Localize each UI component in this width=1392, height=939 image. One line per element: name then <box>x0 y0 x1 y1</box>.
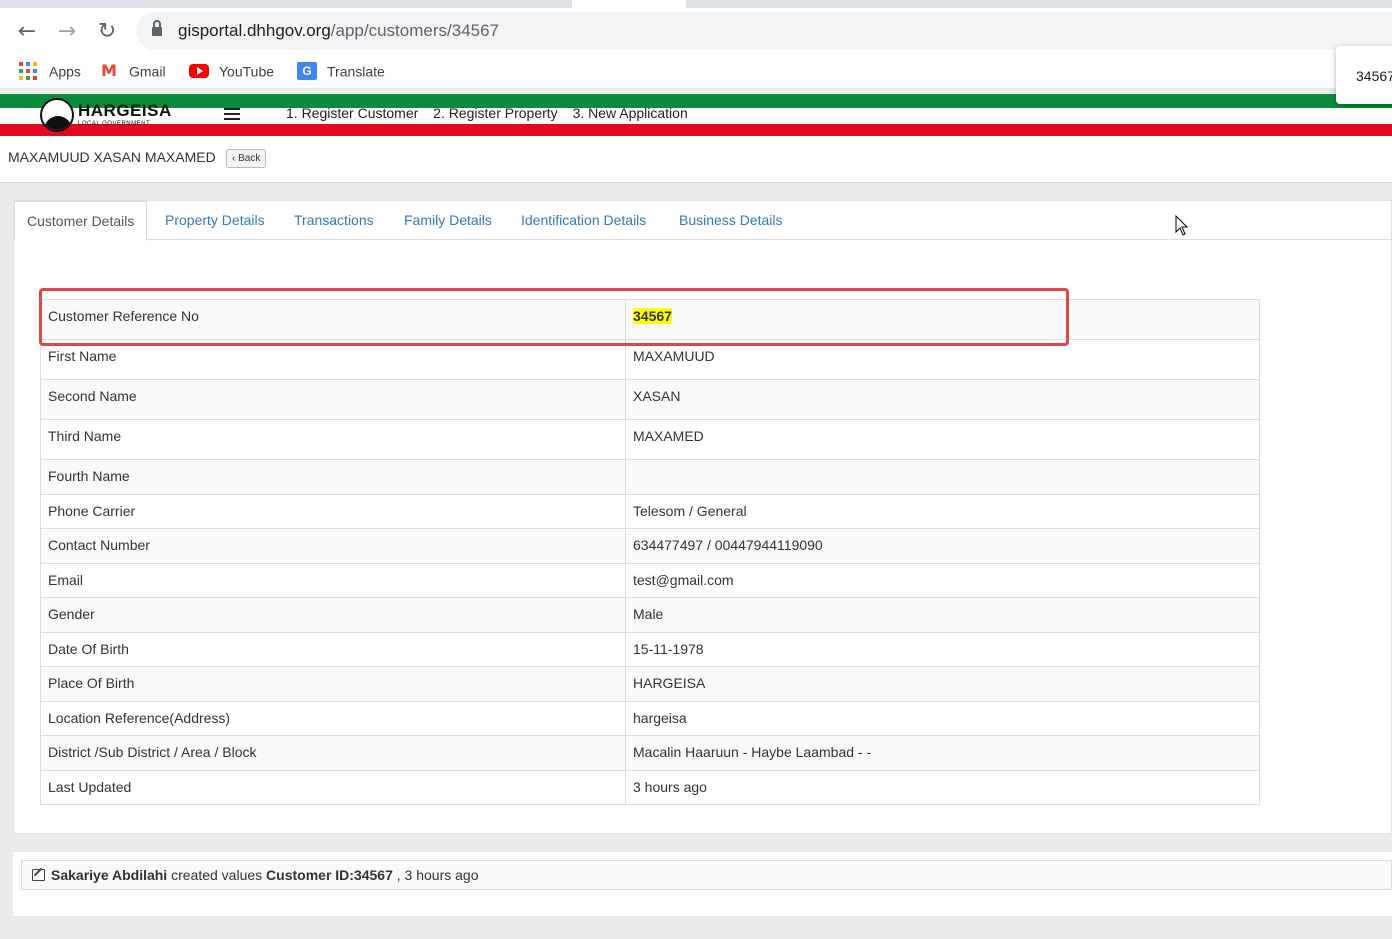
logo-subtext: LOCAL GOVERNMENT <box>78 121 151 127</box>
bookmark-youtube[interactable]: YouTube <box>189 62 274 80</box>
table-row: Second Name XASAN <box>40 379 1260 420</box>
field-value: 3 hours ago <box>625 770 1260 805</box>
field-label: Third Name <box>40 419 626 460</box>
bookmark-apps[interactable]: Apps <box>19 62 81 81</box>
field-value: Telesom / General <box>625 494 1260 529</box>
field-value: 34567 <box>625 299 1260 340</box>
nav-new-application[interactable]: 3. New Application <box>573 105 688 121</box>
log-user: Sakariye Abdilahi <box>51 867 168 883</box>
field-value: MAXAMUUD <box>625 339 1260 380</box>
customer-panel: Customer Details Property Details Transa… <box>13 200 1392 834</box>
field-label: Customer Reference No <box>40 299 626 340</box>
chevron-left-icon: ‹ <box>232 153 236 164</box>
browser-tabstrip <box>0 0 1392 8</box>
field-value: HARGEISA <box>625 666 1260 702</box>
app-header: HARGEISA LOCAL GOVERNMENT 1. Register Cu… <box>0 94 1392 136</box>
activity-log-panel: Sakariye Abdilahi created values Custome… <box>13 852 1392 916</box>
hamburger-menu-icon[interactable] <box>224 108 240 120</box>
field-value: Macalin Haaruun - Haybe Laambad - - <box>625 735 1260 771</box>
table-row: Last Updated 3 hours ago <box>40 770 1260 805</box>
field-value: 634477497 / 00447944119090 <box>625 528 1260 564</box>
lock-icon[interactable] <box>152 20 162 37</box>
field-label: Date Of Birth <box>40 632 626 667</box>
field-value: test@gmail.com <box>625 563 1260 598</box>
tab-family-details[interactable]: Family Details <box>392 201 504 240</box>
highlighted-search-match: 34567 <box>633 308 672 324</box>
field-label: District /Sub District / Area / Block <box>40 735 626 771</box>
page-title: MAXAMUUD XASAN MAXAMED <box>8 149 216 165</box>
bookmarks-bar: Apps M Gmail YouTube G Translate <box>0 54 1392 88</box>
address-bar[interactable]: gisportal.dhhgov.org/app/customers/34567 <box>136 12 1392 50</box>
field-value <box>625 459 1260 495</box>
field-label: Last Updated <box>40 770 626 805</box>
reload-icon[interactable]: ↻ <box>93 18 121 46</box>
field-label: Contact Number <box>40 528 626 564</box>
gmail-icon: M <box>101 61 117 81</box>
log-action: created values <box>171 867 263 883</box>
field-label: Phone Carrier <box>40 494 626 529</box>
tab-customer-details[interactable]: Customer Details <box>14 201 148 241</box>
back-arrow-icon[interactable]: ← <box>13 18 41 46</box>
nav-register-property[interactable]: 2. Register Property <box>433 105 558 121</box>
field-value: Male <box>625 597 1260 633</box>
translate-icon: G <box>297 62 317 81</box>
page-title-bar: MAXAMUUD XASAN MAXAMED ‹ Back <box>0 136 1392 183</box>
field-label: Gender <box>40 597 626 633</box>
find-query-text[interactable]: 34567 <box>1356 68 1392 84</box>
edit-icon <box>32 869 45 881</box>
logo-emblem-icon <box>40 98 74 132</box>
nav-register-customer[interactable]: 1. Register Customer <box>286 105 418 121</box>
flag-stripe-red <box>0 124 1392 136</box>
field-value: hargeisa <box>625 701 1260 736</box>
field-label: First Name <box>40 339 626 380</box>
mouse-cursor-icon <box>1175 215 1189 236</box>
apps-grid-icon <box>19 62 37 81</box>
bookmark-gmail[interactable]: M Gmail <box>101 62 166 80</box>
bookmark-translate[interactable]: G Translate <box>297 62 385 81</box>
table-row: Place Of Birth HARGEISA <box>40 666 1260 702</box>
field-label: Place Of Birth <box>40 666 626 702</box>
tab-property-details[interactable]: Property Details <box>153 201 277 240</box>
tab-transactions[interactable]: Transactions <box>282 201 386 240</box>
url-text[interactable]: gisportal.dhhgov.org/app/customers/34567 <box>178 21 499 41</box>
tab-business-details[interactable]: Business Details <box>667 201 795 240</box>
table-row: District /Sub District / Area / Block Mac… <box>40 735 1260 771</box>
back-button[interactable]: ‹ Back <box>226 149 267 168</box>
find-in-page-popup: 34567 <box>1336 46 1392 104</box>
log-target: Customer ID:34567 <box>266 867 393 883</box>
table-row: Date Of Birth 15-11-1978 <box>40 632 1260 667</box>
table-row: Email test@gmail.com <box>40 563 1260 598</box>
field-value: MAXAMED <box>625 419 1260 460</box>
hargeisa-logo[interactable]: HARGEISA LOCAL GOVERNMENT <box>40 98 180 132</box>
table-row: First Name MAXAMUUD <box>40 339 1260 380</box>
log-time: , 3 hours ago <box>396 867 479 883</box>
browser-active-tab[interactable] <box>572 0 686 8</box>
tab-identification-details[interactable]: Identification Details <box>509 201 658 240</box>
browser-toolbar: ← → ↻ gisportal.dhhgov.org/app/customers… <box>0 8 1392 54</box>
table-row: Customer Reference No 34567 <box>40 299 1260 340</box>
field-label: Location Reference(Address) <box>40 701 626 736</box>
table-row: Phone Carrier Telesom / General <box>40 494 1260 529</box>
field-label: Email <box>40 563 626 598</box>
field-value: XASAN <box>625 379 1260 420</box>
table-row: Third Name MAXAMED <box>40 419 1260 460</box>
field-value: 15-11-1978 <box>625 632 1260 667</box>
top-navigation: 1. Register Customer 2. Register Propert… <box>286 105 699 121</box>
activity-log-entry: Sakariye Abdilahi created values Custome… <box>21 860 1392 890</box>
logo-text: HARGEISA <box>78 101 172 120</box>
field-label: Second Name <box>40 379 626 420</box>
table-row: Fourth Name <box>40 459 1260 495</box>
field-label: Fourth Name <box>40 459 626 495</box>
forward-arrow-icon[interactable]: → <box>53 18 81 46</box>
youtube-icon <box>189 64 209 79</box>
table-row: Gender Male <box>40 597 1260 633</box>
table-row: Contact Number 634477497 / 00447944119090 <box>40 528 1260 564</box>
table-row: Location Reference(Address) hargeisa <box>40 701 1260 736</box>
customer-details-table: Customer Reference No 34567 First Name MAX… <box>40 299 1260 805</box>
